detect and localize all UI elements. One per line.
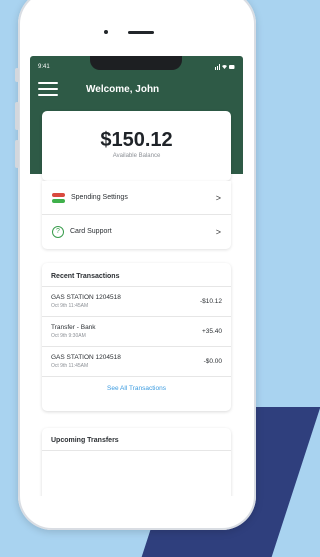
status-bar: 9:41 [38, 64, 235, 72]
card-support-row[interactable]: ? Card Support > [42, 214, 231, 248]
question-circle-icon: ? [52, 225, 64, 238]
transaction-row[interactable]: GAS STATION 1204518 Oct 9th 11:45AM -$0.… [42, 347, 231, 377]
transaction-row[interactable]: Transfer - Bank Oct 9th 9:30AM +35.40 [42, 317, 231, 347]
toggle-icon [52, 192, 65, 203]
mute-switch [15, 68, 19, 82]
transaction-date: Oct 9th 11:45AM [51, 363, 89, 369]
balance-amount: $150.12 [100, 129, 173, 151]
chevron-right-icon: > [215, 192, 221, 203]
settings-menu: Spending Settings > ? Card Support > [42, 181, 231, 249]
transaction-amount: +35.40 [201, 328, 222, 335]
recent-transactions-card: Recent Transactions GAS STATION 1204518 … [42, 263, 231, 411]
transaction-name: GAS STATION 1204518 [51, 354, 121, 361]
hamburger-menu-icon[interactable] [38, 82, 58, 96]
signal-wifi-battery-icon [215, 64, 235, 70]
transaction-row[interactable]: GAS STATION 1204518 Oct 9th 11:45AM -$10… [42, 287, 231, 317]
upcoming-transfers-title: Upcoming Transfers [42, 428, 231, 451]
volume-down-button [15, 140, 19, 168]
status-time: 9:41 [38, 64, 50, 70]
see-all-transactions-link[interactable]: See All Transactions [42, 377, 231, 392]
transaction-amount: -$0.00 [203, 358, 222, 365]
transaction-name: Transfer - Bank [51, 324, 96, 331]
recent-transactions-title: Recent Transactions [42, 263, 231, 287]
phone-frame: 9:41 Welcome, John $150.12 Available Bal… [15, 0, 256, 530]
app-header: 9:41 Welcome, John $150.12 Available Bal… [30, 56, 243, 181]
upcoming-transfers-card: Upcoming Transfers [42, 428, 231, 496]
balance-label: Available Balance [112, 153, 161, 159]
chevron-right-icon: > [215, 226, 221, 237]
spending-settings-row[interactable]: Spending Settings > [42, 181, 231, 214]
transaction-date: Oct 9th 11:45AM [51, 303, 89, 309]
balance-card: $150.12 Available Balance [42, 111, 231, 181]
status-icons [215, 64, 235, 72]
transaction-date: Oct 9th 9:30AM [51, 333, 86, 339]
card-support-label: Card Support [70, 228, 112, 235]
spending-settings-label: Spending Settings [71, 194, 128, 201]
app-screen: 9:41 Welcome, John $150.12 Available Bal… [30, 56, 243, 496]
welcome-title: Welcome, John [86, 84, 160, 95]
transaction-amount: -$10.12 [199, 298, 222, 305]
earpiece-speaker [128, 31, 154, 34]
transaction-name: GAS STATION 1204518 [51, 294, 121, 301]
volume-up-button [15, 102, 19, 130]
front-camera [104, 30, 108, 34]
